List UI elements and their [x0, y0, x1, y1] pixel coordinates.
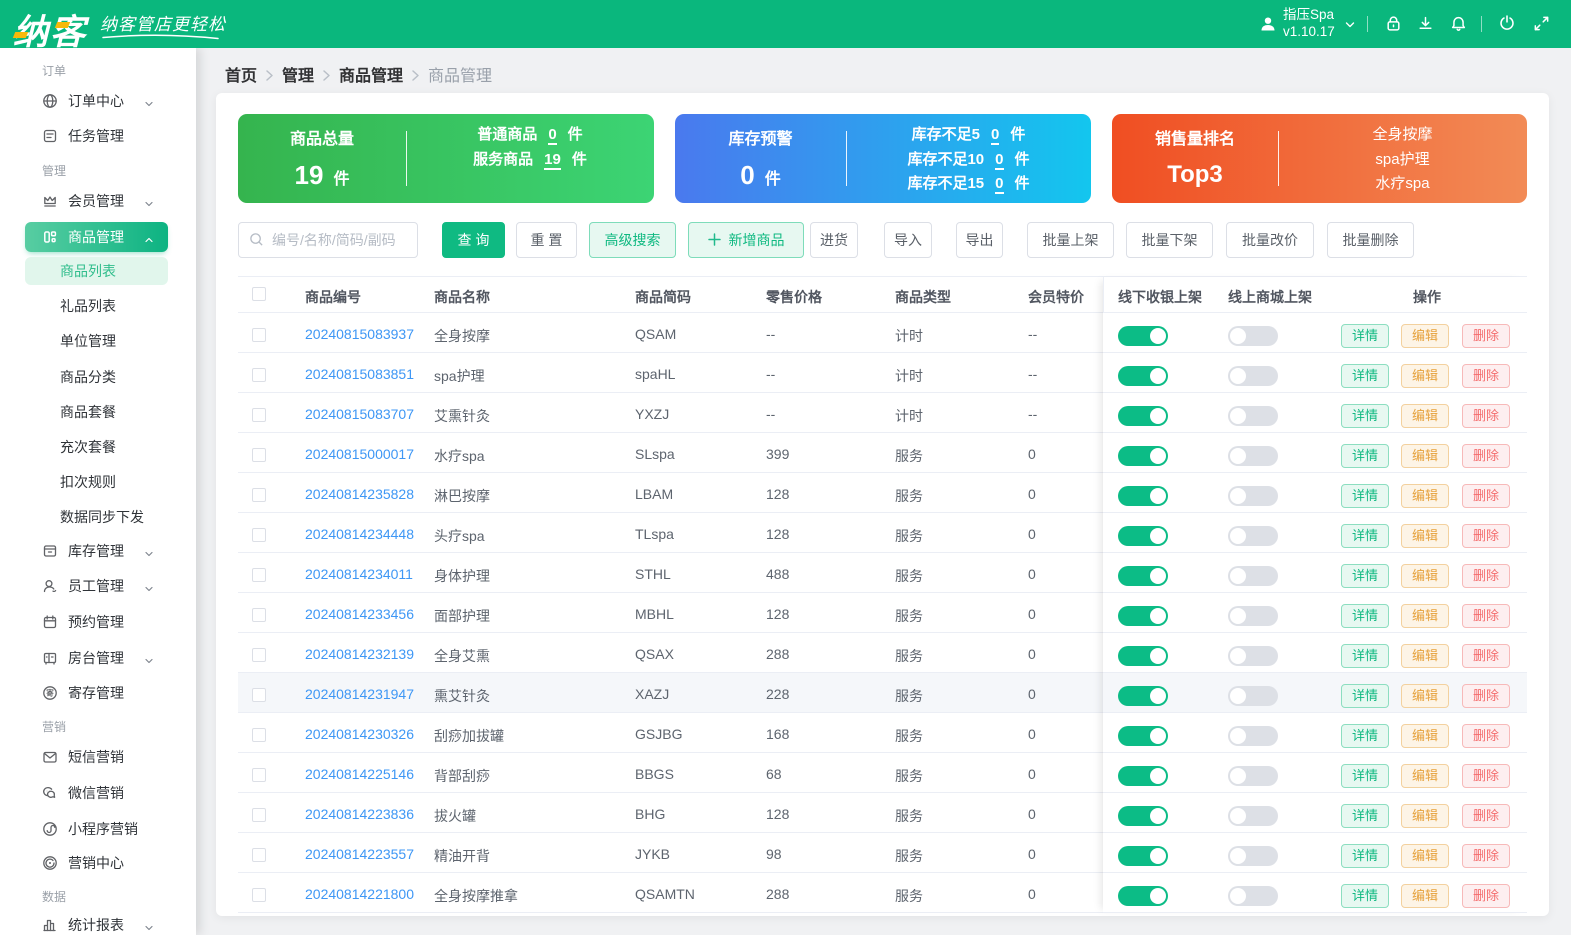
- svg-text:寄: 寄: [46, 688, 54, 698]
